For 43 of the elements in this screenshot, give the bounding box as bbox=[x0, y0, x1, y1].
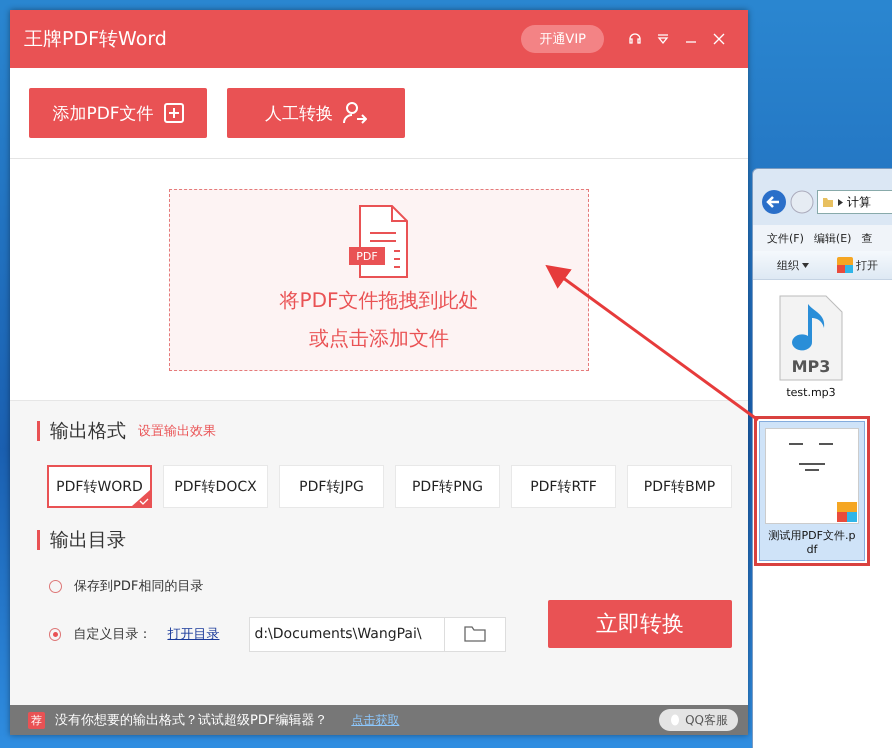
close-icon[interactable] bbox=[712, 32, 726, 46]
check-corner-icon bbox=[132, 490, 150, 506]
pdf-app-icon bbox=[837, 257, 853, 273]
file-item[interactable]: MP3 test.mp3 bbox=[759, 290, 863, 403]
section-heading: 输出目录 bbox=[37, 530, 126, 550]
caret-icon bbox=[802, 262, 809, 268]
chevron-right-icon bbox=[838, 198, 843, 206]
window-title: 王牌PDF转Word bbox=[24, 27, 168, 52]
address-bar[interactable]: 计算 bbox=[817, 190, 892, 214]
format-option[interactable]: PDF转WORD bbox=[47, 465, 152, 508]
menu-item[interactable]: 编辑(E) bbox=[814, 230, 852, 246]
toolbar-button[interactable]: 组织 bbox=[777, 258, 809, 272]
format-option[interactable]: PDF转BMP bbox=[627, 465, 732, 508]
menu-item[interactable]: 查 bbox=[861, 230, 872, 246]
music-file-icon: MP3 bbox=[778, 294, 844, 382]
drop-zone[interactable]: PDF 将PDF文件拖拽到此处 或点击添加文件 bbox=[169, 188, 589, 370]
headset-icon[interactable] bbox=[628, 32, 642, 46]
support-button[interactable]: QQ客服 bbox=[659, 709, 738, 731]
add-file-button[interactable]: 添加PDF文件 bbox=[29, 88, 207, 138]
convert-button[interactable]: 立即转换 bbox=[548, 600, 732, 648]
radio-label: 自定义目录： bbox=[73, 626, 152, 643]
drop-hint-text: 或点击添加文件 bbox=[309, 324, 449, 352]
format-option[interactable]: PDF转RTF bbox=[511, 465, 616, 508]
user-arrow-icon bbox=[343, 102, 367, 124]
radio-button[interactable] bbox=[49, 580, 62, 592]
format-option[interactable]: PDF转DOCX bbox=[163, 465, 268, 508]
recommend-badge: 荐 bbox=[28, 712, 45, 728]
toolbar-button[interactable]: 打开 bbox=[837, 257, 878, 273]
menu-icon[interactable] bbox=[656, 32, 670, 46]
plus-square-icon bbox=[164, 103, 184, 123]
folder-icon bbox=[822, 196, 834, 208]
format-option[interactable]: PDF转PNG bbox=[395, 465, 500, 508]
menu-item[interactable]: 文件(F) bbox=[767, 230, 804, 246]
path-field[interactable]: d:\Documents\WangPai\ bbox=[249, 616, 506, 652]
format-option[interactable]: PDF转JPG bbox=[279, 465, 384, 508]
radio-label: 保存到PDF相同的目录 bbox=[74, 578, 204, 595]
footer-text: 没有你想要的输出格式？试试超级PDF编辑器？ bbox=[55, 712, 328, 729]
open-folder-link[interactable]: 打开目录 bbox=[167, 625, 220, 643]
back-icon[interactable] bbox=[761, 189, 787, 215]
section-heading: 输出格式 bbox=[37, 421, 126, 441]
radio-button[interactable] bbox=[49, 628, 62, 640]
drop-hint-text: 将PDF文件拖拽到此处 bbox=[280, 286, 478, 314]
manual-convert-button[interactable]: 人工转换 bbox=[227, 88, 405, 138]
